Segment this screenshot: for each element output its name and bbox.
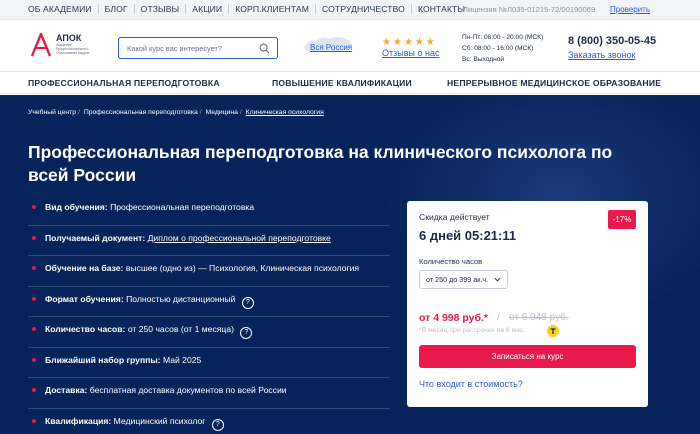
fact-value: Медицинский психолог: [113, 415, 206, 426]
logo-subtitle: Академия Профессионального Образования К…: [56, 43, 90, 56]
fact-format: Формат обучения: Полностью дистанционный…: [28, 287, 390, 317]
hero-section: Учебный центр / Профессиональная переподг…: [0, 95, 700, 434]
phone-number[interactable]: 8 (800) 350-05-45: [568, 35, 656, 47]
fact-label: Получаемый документ:: [45, 232, 146, 243]
fact-label: Обучение на базе:: [45, 263, 124, 273]
sale-label: Скидка действует: [419, 212, 490, 222]
price-included-link[interactable]: Что входит в стоимость?: [419, 379, 523, 389]
page-title: Профессиональная переподготовка на клини…: [28, 142, 613, 185]
help-icon[interactable]: ?: [241, 296, 254, 309]
star-icon: ★: [392, 37, 402, 48]
fact-value: Май 2025: [162, 354, 202, 365]
rating-stars: ★ ★ ★ ★ ★: [382, 38, 435, 48]
verify-license-link[interactable]: Проверить: [610, 5, 650, 14]
hours-weekdays: Пн-Пт: 08:00 - 20:00 (МСК): [462, 34, 544, 41]
diploma-link[interactable]: Диплом о профессиональной переподготовке: [148, 233, 331, 243]
breadcrumb-medicine[interactable]: Медицина: [206, 109, 238, 116]
discount-badge: -17%: [608, 210, 636, 229]
star-icon: ★: [403, 37, 413, 48]
fact-label: Формат обучения:: [45, 293, 124, 304]
fact-delivery: Доставка: бесплатная доставка документов…: [28, 378, 390, 409]
search-input[interactable]: [127, 42, 257, 55]
logo-icon[interactable]: [30, 33, 52, 57]
top-nav-blog[interactable]: БЛОГ: [105, 4, 128, 14]
help-icon[interactable]: ?: [211, 418, 224, 431]
main-nav: ПРОФЕССИОНАЛЬНАЯ ПЕРЕПОДГОТОВКА ПОВЫШЕНИ…: [0, 71, 700, 94]
hours-saturday: Сб: 08:00 - 16:00 (МСК): [462, 45, 534, 52]
fact-value: Профессиональная переподготовка: [110, 202, 255, 212]
breadcrumb-current[interactable]: Клиническая психология: [246, 109, 324, 116]
fact-base-education: Обучение на базе: высшее (одно из) — Пси…: [28, 256, 390, 287]
fact-hours: Количество часов: от 250 часов (от 1 мес…: [28, 317, 390, 348]
logo-name[interactable]: АПОК: [56, 33, 81, 43]
breadcrumb-home[interactable]: Учебный центр: [28, 109, 76, 116]
fact-label: Доставка:: [45, 385, 88, 395]
fact-study-type: Вид обучения: Профессиональная переподго…: [28, 195, 390, 226]
fact-next-intake: Ближайший набор группы: Май 2025: [28, 348, 390, 378]
top-nav: ОБ АКАДЕМИИ БЛОГ ОТЗЫВЫ АКЦИИ КОРП.КЛИЕН…: [28, 4, 465, 14]
star-icon: ★: [382, 37, 391, 48]
site-header: АПОК Академия Профессионального Образова…: [0, 21, 700, 71]
star-icon: ★: [425, 37, 435, 48]
fact-value: Полностью дистанционный: [126, 293, 236, 304]
region-selector[interactable]: Вся Россия: [310, 43, 352, 52]
callback-link[interactable]: Заказать звонок: [568, 50, 635, 60]
breadcrumb: Учебный центр / Профессиональная переподг…: [28, 109, 324, 116]
fact-value: от 250 часов (от 1 месяца): [127, 324, 234, 334]
fact-label: Вид обучения:: [45, 202, 108, 212]
search-box: [118, 37, 278, 59]
main-nav-qualification[interactable]: ПОВЫШЕНИЕ КВАЛИФИКАЦИИ: [272, 78, 412, 88]
hours-sunday: Вс: Выходной: [462, 56, 505, 63]
main-nav-medical-education[interactable]: НЕПРЕРЫВНОЕ МЕДИЦИНСКОЕ ОБРАЗОВАНИЕ: [447, 78, 661, 88]
hours-select-value: от 250 до 399 ак.ч.: [426, 275, 489, 284]
old-price: от 6 048 руб.: [509, 312, 569, 323]
breadcrumb-retraining[interactable]: Профессиональная переподготовка: [84, 109, 198, 116]
main-nav-retraining[interactable]: ПРОФЕССИОНАЛЬНАЯ ПЕРЕПОДГОТОВКА: [28, 78, 220, 88]
top-nav-promotions[interactable]: АКЦИИ: [192, 4, 222, 14]
installment-provider-icon[interactable]: [547, 325, 559, 337]
enroll-button[interactable]: Записаться на курс: [419, 345, 636, 368]
chevron-down-icon: [494, 277, 501, 282]
help-icon[interactable]: ?: [240, 327, 253, 339]
installment-note: *В месяц при рассрочке на 6 мес.: [419, 327, 526, 334]
reviews-link[interactable]: Отзывы о нас: [382, 48, 439, 58]
course-facts-list: Вид обучения: Профессиональная переподго…: [28, 195, 390, 434]
fact-value: бесплатная доставка документов по всей Р…: [89, 385, 287, 395]
top-nav-about[interactable]: ОБ АКАДЕМИИ: [28, 4, 92, 14]
fact-label: Ближайший набор группы:: [45, 354, 161, 365]
top-nav-reviews[interactable]: ОТЗЫВЫ: [141, 4, 180, 14]
license-number: Лицензия №Л035-01215-72/00190069: [463, 5, 596, 14]
top-nav-corporate[interactable]: КОРП.КЛИЕНТАМ: [235, 4, 309, 14]
search-icon[interactable]: [259, 43, 270, 54]
sale-countdown: 6 дней 05:21:11: [419, 228, 517, 243]
price-separator: /: [497, 312, 500, 323]
fact-value: высшее (одно из) — Психология, Клиническ…: [125, 263, 360, 273]
fact-label: Квалификация:: [45, 415, 112, 426]
fact-qualification: Квалификация: Медицинский психолог ?: [28, 409, 390, 434]
current-price: от 4 998 руб.*: [419, 312, 489, 324]
price-card: Скидка действует 6 дней 05:21:11 -17% Ко…: [407, 201, 648, 407]
working-hours: Пн-Пт: 08:00 - 20:00 (МСК) Сб: 08:00 - 1…: [462, 32, 543, 65]
top-nav-cooperation[interactable]: СОТРУДНИЧЕСТВО: [322, 4, 405, 14]
fact-label: Количество часов:: [45, 324, 126, 334]
top-nav-contacts[interactable]: КОНТАКТЫ: [418, 4, 465, 14]
top-bar: ОБ АКАДЕМИИ БЛОГ ОТЗЫВЫ АКЦИИ КОРП.КЛИЕН…: [0, 0, 700, 20]
fact-document: Получаемый документ: Диплом о профессион…: [28, 226, 390, 256]
star-icon: ★: [414, 37, 424, 48]
hours-select[interactable]: от 250 до 399 ак.ч.: [419, 270, 508, 289]
hours-select-label: Количество часов: [419, 257, 483, 266]
